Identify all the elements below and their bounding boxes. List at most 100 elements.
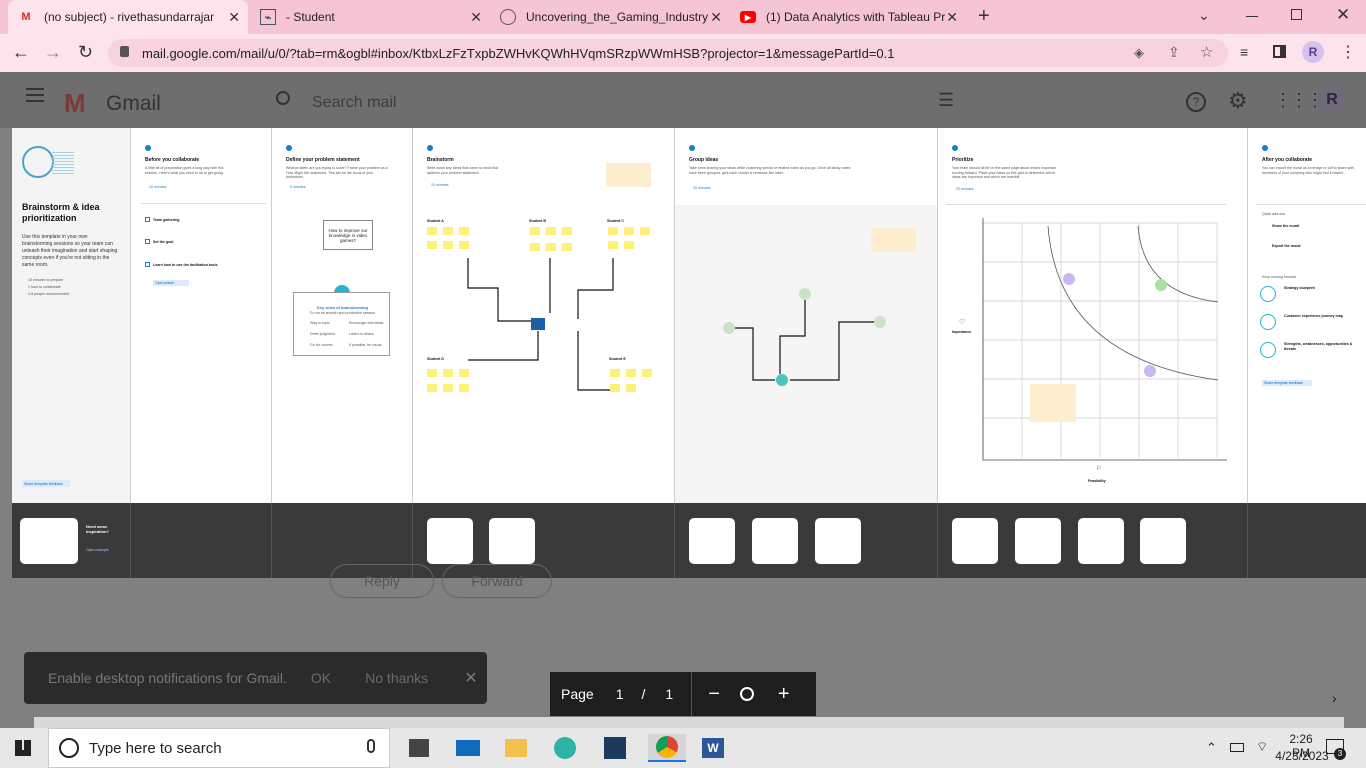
close-icon[interactable]: ✕ <box>946 9 958 26</box>
intro-feedback-link[interactable]: Share template feedback <box>22 480 70 487</box>
taskbar-search-box[interactable]: Type here to search <box>48 728 390 768</box>
checkbox-icon <box>145 239 150 244</box>
tab-gaming[interactable]: Uncovering_the_Gaming_Industry ✕ <box>490 0 730 34</box>
network-icon[interactable]: ⌔ <box>1256 739 1268 755</box>
brainstorm-thumbnail[interactable] <box>427 518 473 564</box>
close-window-button[interactable]: ✕ <box>1336 5 1350 25</box>
prioritize-thumbnail[interactable] <box>1015 518 1061 564</box>
tray-chevron-icon[interactable]: ⌃ <box>1206 740 1217 756</box>
sticky-note <box>459 241 469 249</box>
windows-start-icon[interactable] <box>15 740 31 756</box>
sticky-note <box>546 243 556 251</box>
tab-youtube[interactable]: ▶ (1) Data Analytics with Tableau Pr ✕ <box>730 0 966 34</box>
azure-data-studio-icon[interactable] <box>600 734 630 762</box>
edge-browser-icon[interactable] <box>550 734 580 762</box>
horizontal-scrollbar[interactable] <box>34 717 1344 728</box>
clock-date[interactable]: 4/23/2023 <box>1275 749 1329 763</box>
reload-icon[interactable]: ↻ <box>78 42 93 63</box>
hamburger-menu-icon[interactable] <box>26 94 44 96</box>
after-feedback-link[interactable]: Share template feedback <box>1262 380 1312 386</box>
divider <box>691 672 693 716</box>
open-example-link[interactable]: Open example <box>86 548 109 552</box>
example-thumbnail[interactable] <box>20 518 78 564</box>
sticky-note <box>443 227 453 235</box>
sticky-note <box>608 227 618 235</box>
group-label: Student D <box>427 357 444 361</box>
open-article-link[interactable]: Open article <box>153 280 189 286</box>
file-explorer-icon[interactable] <box>501 734 531 762</box>
side-panel-icon[interactable] <box>1273 45 1286 58</box>
notification-count-badge: 3 <box>1334 748 1346 760</box>
url-bar[interactable]: mail.google.com/mail/u/0/?tab=rm&ogbl#in… <box>108 39 1228 67</box>
page-separator: / <box>641 686 646 702</box>
addon-item: Export the mural <box>1272 244 1301 248</box>
step-desc: What problem are you trying to solve? Fr… <box>286 166 388 180</box>
close-icon[interactable]: ✕ <box>470 9 482 26</box>
rule-item: Defer judgment. <box>310 332 336 336</box>
tracking-icon[interactable]: ◈ <box>1134 45 1144 61</box>
sticky-note <box>642 369 652 377</box>
minimize-button[interactable] <box>1246 16 1258 17</box>
search-icon[interactable] <box>276 91 290 105</box>
more-menu-icon[interactable]: ⋮ <box>1340 42 1356 62</box>
sticky-note <box>530 243 540 251</box>
group-label: Student A <box>427 219 444 223</box>
gmail-logo-text: Gmail <box>106 92 161 115</box>
sticky-note <box>459 227 469 235</box>
close-icon[interactable]: ✕ <box>464 668 477 688</box>
new-tab-button[interactable]: + <box>978 5 990 28</box>
rule-item: If possible, be visual. <box>349 343 383 347</box>
tab-gmail[interactable]: M (no subject) - rivethasundarrajan ✕ <box>8 0 248 34</box>
profile-avatar[interactable]: R <box>1302 41 1324 63</box>
close-icon[interactable]: ✕ <box>228 9 240 26</box>
taskbar-search-placeholder: Type here to search <box>89 739 222 757</box>
group-thumbnail[interactable] <box>689 518 735 564</box>
toast-ok-button[interactable]: OK <box>311 670 331 686</box>
back-arrow-icon[interactable]: ← <box>12 42 30 63</box>
zoom-in-icon[interactable]: + <box>778 683 790 706</box>
apps-grid-icon[interactable]: ⋮⋮⋮ <box>1274 90 1324 111</box>
store-app-icon[interactable] <box>404 734 434 762</box>
intro-body: Use this template in your own brainstorm… <box>22 234 118 268</box>
next-arrow-icon[interactable]: › <box>1332 690 1337 706</box>
forward-button[interactable]: Forward <box>442 564 552 598</box>
group-thumbnail[interactable] <box>815 518 861 564</box>
prioritize-thumbnail[interactable] <box>952 518 998 564</box>
restore-button[interactable] <box>1291 9 1302 20</box>
brainstorm-thumbnail[interactable] <box>489 518 535 564</box>
page-current-input[interactable]: 1 <box>616 686 624 702</box>
windows-taskbar: Type here to search W ⌃ ⌔ 2:26 PM 4/23/2… <box>0 728 1366 768</box>
word-app-icon[interactable]: W <box>698 734 728 762</box>
account-avatar[interactable]: R <box>1318 86 1346 114</box>
reply-button[interactable]: Reply <box>330 564 434 598</box>
mail-app-icon[interactable] <box>453 734 483 762</box>
help-icon[interactable]: ? <box>1186 92 1206 112</box>
zoom-out-icon[interactable]: − <box>708 683 720 706</box>
prioritize-thumbnail[interactable] <box>1078 518 1124 564</box>
settings-gear-icon[interactable]: ⚙ <box>1228 88 1248 114</box>
sticky-note <box>443 384 453 392</box>
tab-student[interactable]: ⌁ - Student ✕ <box>250 0 490 34</box>
search-options-icon[interactable]: ☰ <box>938 90 954 111</box>
bookmark-star-icon[interactable]: ☆ <box>1200 43 1213 61</box>
sticky-note <box>530 227 540 235</box>
tab-search-chevron-icon[interactable]: ⌄ <box>1198 7 1210 24</box>
chrome-app-icon[interactable] <box>648 734 686 762</box>
rule-item: Listen to others. <box>349 332 375 336</box>
share-icon[interactable]: ⇪ <box>1168 44 1180 61</box>
forward-arrow-icon[interactable]: → <box>44 42 62 63</box>
group-thumbnail[interactable] <box>752 518 798 564</box>
tab-title: (1) Data Analytics with Tableau Pr <box>766 10 946 24</box>
close-icon[interactable]: ✕ <box>710 9 722 26</box>
lightbulb-icon <box>22 146 54 178</box>
battery-icon[interactable] <box>1230 743 1244 752</box>
toast-no-thanks-button[interactable]: No thanks <box>365 670 428 686</box>
zoom-reset-icon[interactable] <box>739 687 754 701</box>
search-input[interactable]: Search mail <box>312 94 396 112</box>
lock-icon <box>120 46 129 57</box>
sticky-note <box>626 384 636 392</box>
prioritize-thumbnail[interactable] <box>1140 518 1186 564</box>
reading-list-icon[interactable]: ≡ <box>1240 44 1248 60</box>
microphone-icon[interactable] <box>367 739 375 753</box>
sticky-note <box>624 227 634 235</box>
